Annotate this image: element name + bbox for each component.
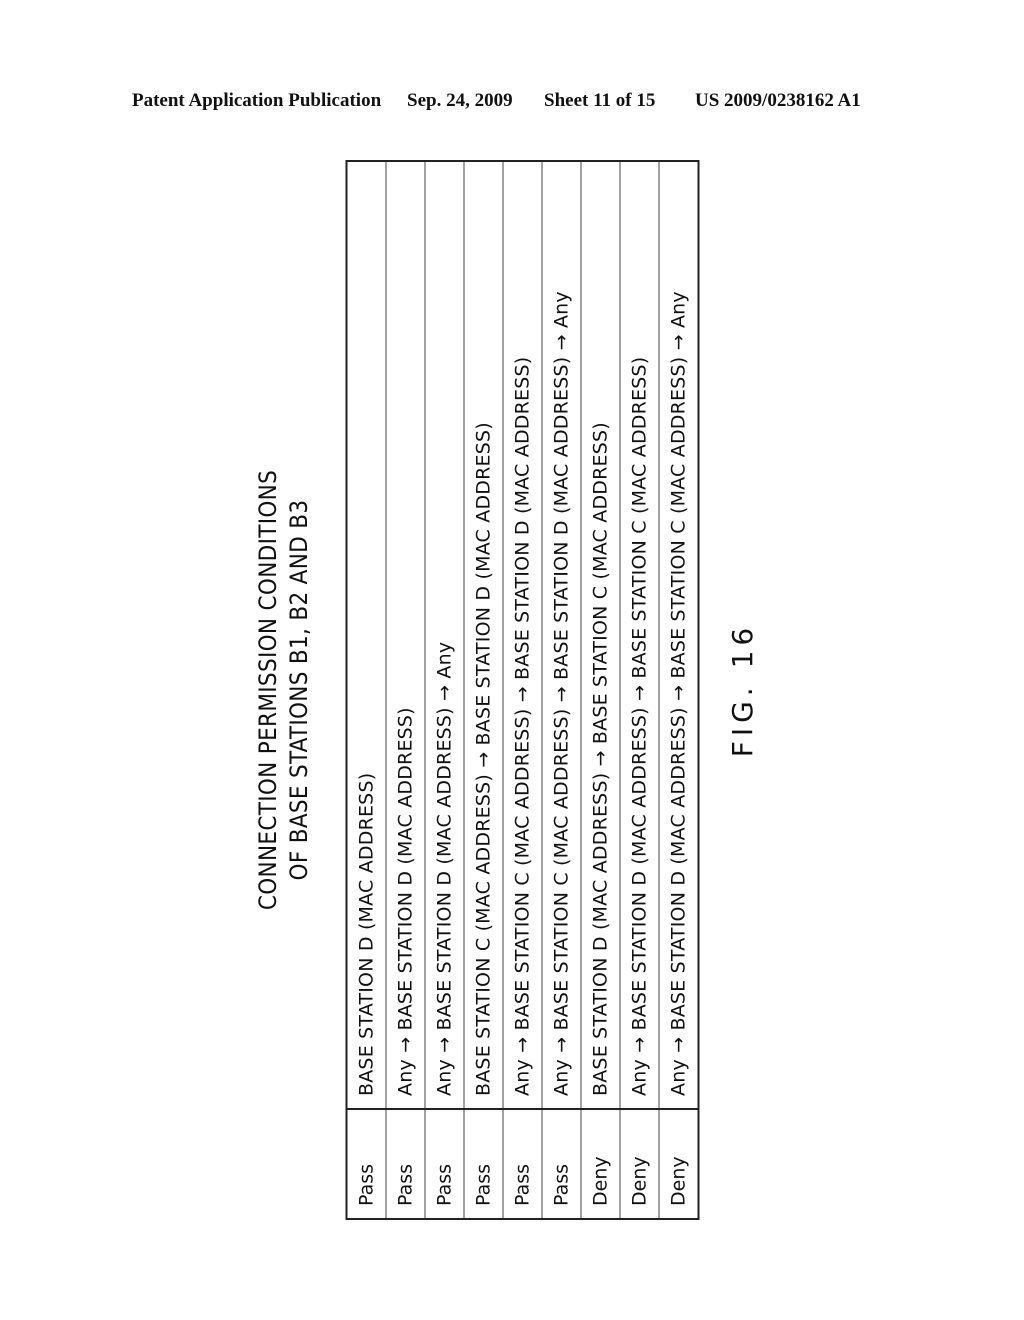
publication-type: Patent Application Publication [132,90,382,111]
table-row: Pass BASE STATION D (MAC ADDRESS) [346,161,386,1219]
table-row: Deny Any → BASE STATION D (MAC ADDRESS) →… [658,161,698,1219]
table-row: Pass Any → BASE STATION D (MAC ADDRESS) →… [424,161,464,1219]
action-cell: Pass [463,1109,503,1219]
page-header: Patent Application Publication Sep. 24, … [0,88,1024,118]
rule-cell: Any → BASE STATION C (MAC ADDRESS) → BAS… [502,161,542,1109]
action-cell: Deny [658,1109,698,1219]
rule-cell: BASE STATION C (MAC ADDRESS) → BASE STAT… [463,161,503,1109]
permission-table: Pass BASE STATION D (MAC ADDRESS) Pass Any … [345,160,699,1220]
figure-title: CONNECTION PERMISSION CONDITIONS OF BASE… [253,450,323,930]
action-cell: Pass [385,1109,425,1219]
rule-cell: BASE STATION D (MAC ADDRESS) → BASE STAT… [580,161,620,1109]
figure-title-line-1: CONNECTION PERMISSION CONDITIONS [254,469,282,911]
table-row: Deny Any → BASE STATION D (MAC ADDRESS) →… [619,161,659,1219]
sheet-number: Sheet 11 of 15 [544,90,656,111]
action-cell: Pass [502,1109,542,1219]
publication-number: US 2009/0238162 A1 [695,90,861,111]
table-row: Pass BASE STATION C (MAC ADDRESS) → BASE … [463,161,503,1219]
rule-cell: Any → BASE STATION D (MAC ADDRESS) → BAS… [619,161,659,1109]
rule-cell: Any → BASE STATION C (MAC ADDRESS) → BAS… [541,161,581,1109]
action-cell: Deny [619,1109,659,1219]
action-cell: Deny [580,1109,620,1219]
figure-label: FIG. 16 [726,622,759,758]
action-cell: Pass [541,1109,581,1219]
action-cell: Pass [424,1109,464,1219]
rule-cell: Any → BASE STATION D (MAC ADDRESS) → BAS… [658,161,698,1109]
table-row: Deny BASE STATION D (MAC ADDRESS) → BASE … [580,161,620,1219]
table-row: Pass Any → BASE STATION C (MAC ADDRESS) →… [541,161,581,1219]
permission-table-container: Pass BASE STATION D (MAC ADDRESS) Pass Any … [345,160,699,1220]
table-row: Pass Any → BASE STATION D (MAC ADDRESS) [385,161,425,1219]
rule-cell: Any → BASE STATION D (MAC ADDRESS) [385,161,425,1109]
table-row: Pass Any → BASE STATION C (MAC ADDRESS) →… [502,161,542,1219]
rule-cell: Any → BASE STATION D (MAC ADDRESS) → Any [424,161,464,1109]
figure-title-line-2: OF BASE STATIONS B1, B2 AND B3 [285,499,313,881]
action-cell: Pass [346,1109,386,1219]
publication-date: Sep. 24, 2009 [407,90,513,111]
rule-cell: BASE STATION D (MAC ADDRESS) [346,161,386,1109]
